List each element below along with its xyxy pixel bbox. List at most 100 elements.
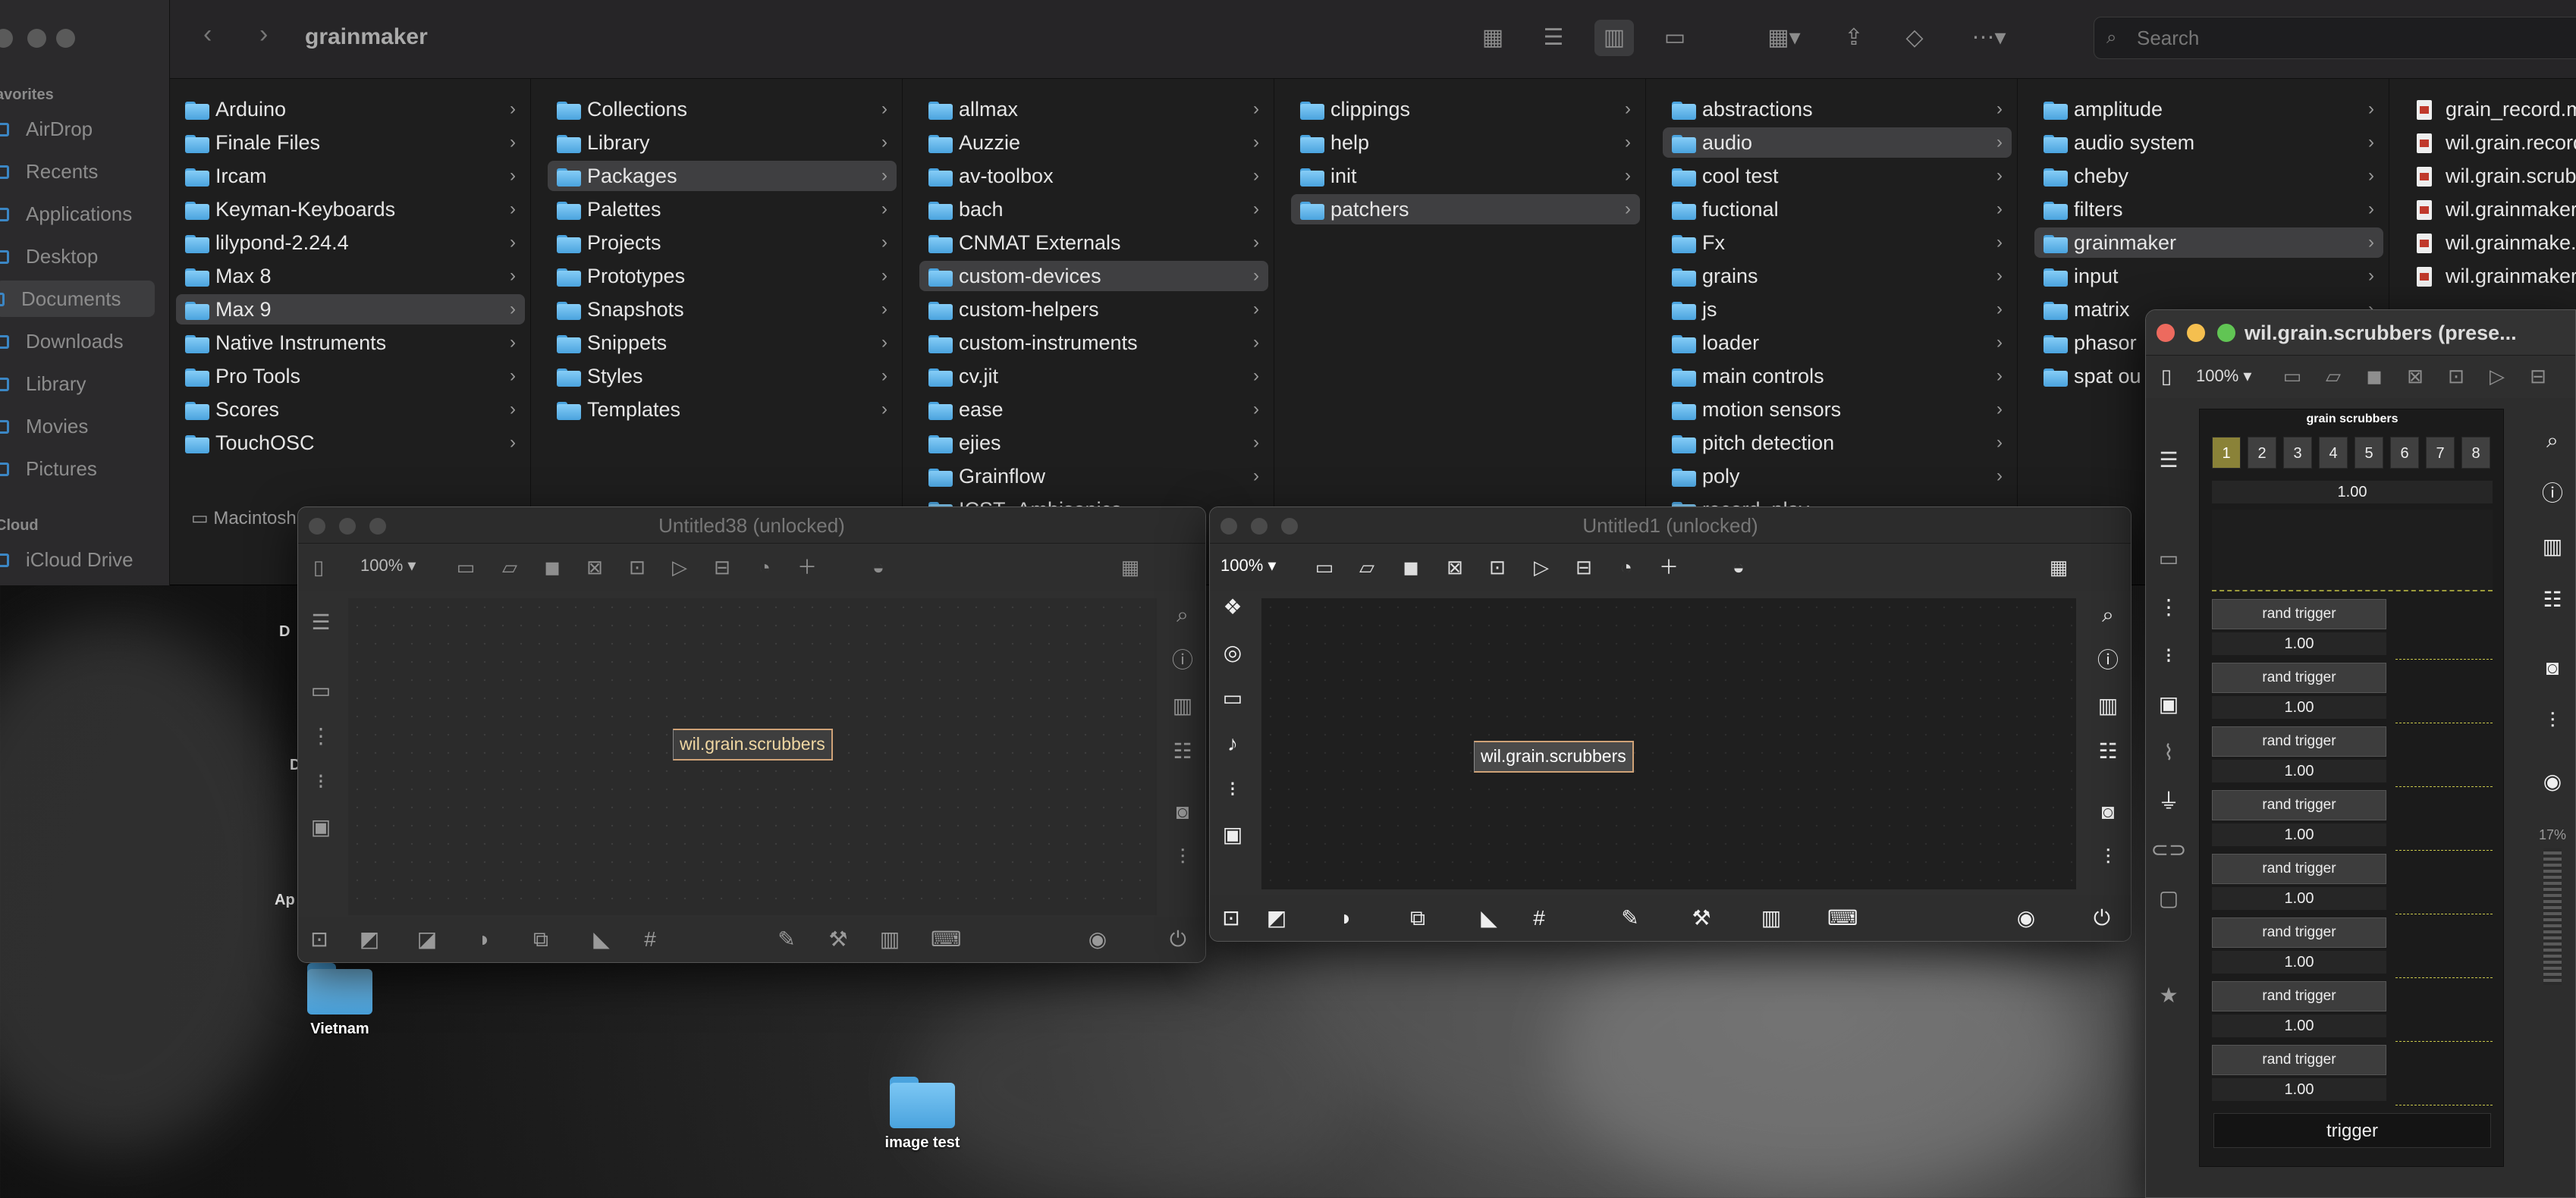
- sidebar-item-documents[interactable]: Documents: [0, 281, 155, 317]
- object-box-icon[interactable]: ▭: [453, 554, 479, 580]
- grid-icon[interactable]: ▦: [2046, 554, 2072, 580]
- sequence-icon[interactable]: ⁝: [1210, 773, 1255, 806]
- mute-icon[interactable]: ◣: [1474, 905, 1504, 932]
- presentation-mode-icon[interactable]: ◩: [1261, 905, 1292, 932]
- row-number-box[interactable]: 1.00: [2212, 887, 2386, 910]
- icon-view-icon[interactable]: ▦: [1473, 20, 1513, 56]
- paperclip-icon[interactable]: ⌇: [2146, 736, 2191, 770]
- finder-row[interactable]: › pitch detection: [1663, 428, 2012, 458]
- finder-row[interactable]: › TouchOSC: [176, 428, 525, 458]
- close-button[interactable]: [309, 518, 325, 535]
- object-box-icon[interactable]: ▭: [2279, 363, 2305, 389]
- paint-bucket-icon[interactable]: ◒: [865, 554, 891, 580]
- finder-row[interactable]: › Native Instruments: [176, 328, 525, 358]
- patcher-canvas[interactable]: wil.grain.scrubbers: [1261, 598, 2076, 889]
- sidebar-item-pictures[interactable]: Pictures: [0, 450, 155, 487]
- rand-trigger-button[interactable]: rand trigger: [2212, 917, 2386, 948]
- finder-row[interactable]: › help: [1291, 127, 1640, 158]
- rand-trigger-button[interactable]: rand trigger: [2212, 1045, 2386, 1075]
- finder-row[interactable]: › CNMAT Externals: [919, 227, 1268, 258]
- button-object-icon[interactable]: ⊠: [1442, 554, 1468, 580]
- tab-6[interactable]: 6: [2390, 437, 2419, 469]
- reference-icon[interactable]: ▥: [1160, 689, 1205, 723]
- dial-icon[interactable]: ◔: [1613, 554, 1639, 580]
- finder-row[interactable]: › Prototypes: [548, 261, 897, 291]
- lock-icon[interactable]: ⊡: [304, 926, 335, 953]
- finder-row[interactable]: › motion sensors: [1663, 394, 2012, 425]
- rand-trigger-button[interactable]: rand trigger: [2212, 981, 2386, 1011]
- message-box-icon[interactable]: ▱: [2320, 363, 2346, 389]
- presentation-mode-icon[interactable]: ◩: [354, 926, 385, 953]
- finder-row[interactable]: wil.grain.scrub: [2406, 161, 2576, 191]
- finder-row[interactable]: › Packages: [548, 161, 897, 191]
- wil-grain-scrubbers-object[interactable]: wil.grain.scrubbers: [673, 729, 833, 761]
- finder-row[interactable]: › custom-helpers: [919, 294, 1268, 325]
- finder-row[interactable]: › patchers: [1291, 194, 1640, 224]
- minimize-button[interactable]: [339, 518, 356, 535]
- button-object-icon[interactable]: ⊠: [2402, 363, 2428, 389]
- path-bar[interactable]: ▭ Macintosh: [170, 503, 297, 534]
- grid-icon[interactable]: #: [635, 926, 665, 953]
- finder-row[interactable]: › poly: [1663, 461, 2012, 491]
- tag-icon[interactable]: ◇: [1895, 20, 1934, 56]
- debug-icon[interactable]: ✎: [1615, 905, 1645, 932]
- finder-row[interactable]: › amplitude: [2034, 94, 2383, 124]
- mixer-icon[interactable]: ⫶: [2530, 704, 2575, 738]
- list-icon[interactable]: ☷: [1160, 735, 1205, 768]
- wrench-icon[interactable]: ⚒: [1686, 905, 1717, 932]
- row-number-box[interactable]: 1.00: [2212, 1015, 2386, 1037]
- finder-row[interactable]: wil.grainmaker: [2406, 261, 2576, 291]
- snapshot-icon[interactable]: ◙: [2530, 651, 2575, 685]
- dial-icon[interactable]: ◔: [752, 554, 778, 580]
- row-number-box[interactable]: 1.00: [2212, 760, 2386, 782]
- comment-icon[interactable]: ◼: [2361, 363, 2387, 389]
- finder-row[interactable]: › Collections: [548, 94, 897, 124]
- toggle-icon[interactable]: ⊡: [2443, 363, 2469, 389]
- rand-trigger-button[interactable]: rand trigger: [2212, 663, 2386, 693]
- tab-7[interactable]: 7: [2426, 437, 2455, 469]
- share-icon[interactable]: ⇪: [1834, 20, 1874, 56]
- rand-trigger-button[interactable]: rand trigger: [2212, 790, 2386, 820]
- snapshot-icon[interactable]: ◙: [2085, 795, 2131, 829]
- finder-row[interactable]: › Pro Tools: [176, 361, 525, 391]
- debug-icon[interactable]: ✎: [771, 926, 802, 953]
- link-icon[interactable]: ⊂⊃: [2146, 833, 2191, 867]
- finder-row[interactable]: › main controls: [1663, 361, 2012, 391]
- star-icon[interactable]: ★: [2146, 979, 2191, 1012]
- mute-icon[interactable]: ◣: [586, 926, 617, 953]
- finder-row[interactable]: › fuctional: [1663, 194, 2012, 224]
- finder-row[interactable]: › abstractions: [1663, 94, 2012, 124]
- slider-icon[interactable]: ⊟: [1571, 554, 1597, 580]
- finder-row[interactable]: wil.grain.record: [2406, 127, 2576, 158]
- object-box-icon[interactable]: ▭: [1312, 554, 1337, 580]
- audio-dsp-icon[interactable]: ◉: [1082, 926, 1113, 953]
- chat-icon[interactable]: ◗: [470, 926, 500, 953]
- zoom-menu[interactable]: 100% ▾: [1220, 556, 1276, 575]
- sidebar-item-movies[interactable]: Movies: [0, 408, 155, 444]
- waveform-icon[interactable]: ⋮: [298, 720, 344, 753]
- zoom-button[interactable]: [56, 29, 75, 48]
- mixer-icon[interactable]: ⫶: [1160, 841, 1205, 874]
- more-actions-icon[interactable]: ⋯▾: [1959, 20, 2019, 56]
- finder-row[interactable]: › grains: [1663, 261, 2012, 291]
- sidebar-item-icloud-drive[interactable]: iCloud Drive: [0, 541, 155, 578]
- gallery-view-icon[interactable]: ▭: [1655, 20, 1695, 56]
- slider-icon[interactable]: ⊟: [709, 554, 735, 580]
- comment-icon[interactable]: ◼: [539, 554, 565, 580]
- rand-trigger-button[interactable]: rand trigger: [2212, 854, 2386, 884]
- sidebar-toggle-icon[interactable]: ▯: [2153, 363, 2179, 389]
- sequence-icon[interactable]: ⁝: [298, 765, 344, 798]
- row-number-box[interactable]: 1.00: [2212, 951, 2386, 974]
- windows-icon[interactable]: ⧉: [1403, 905, 1433, 932]
- music-note-icon[interactable]: ♪: [1210, 727, 1255, 761]
- tab-4[interactable]: 4: [2319, 437, 2348, 469]
- finder-row[interactable]: › audio system: [2034, 127, 2383, 158]
- target-icon[interactable]: ◎: [1210, 636, 1255, 670]
- rand-trigger-button[interactable]: rand trigger: [2212, 726, 2386, 757]
- forward-icon[interactable]: ›: [259, 20, 268, 49]
- comment-icon[interactable]: ◼: [1398, 554, 1424, 580]
- finder-row[interactable]: › js: [1663, 294, 2012, 325]
- packages-icon[interactable]: ❖: [1210, 591, 1255, 624]
- mixer-icon[interactable]: ⫶: [2085, 841, 2131, 874]
- image-icon[interactable]: ▣: [2146, 688, 2191, 721]
